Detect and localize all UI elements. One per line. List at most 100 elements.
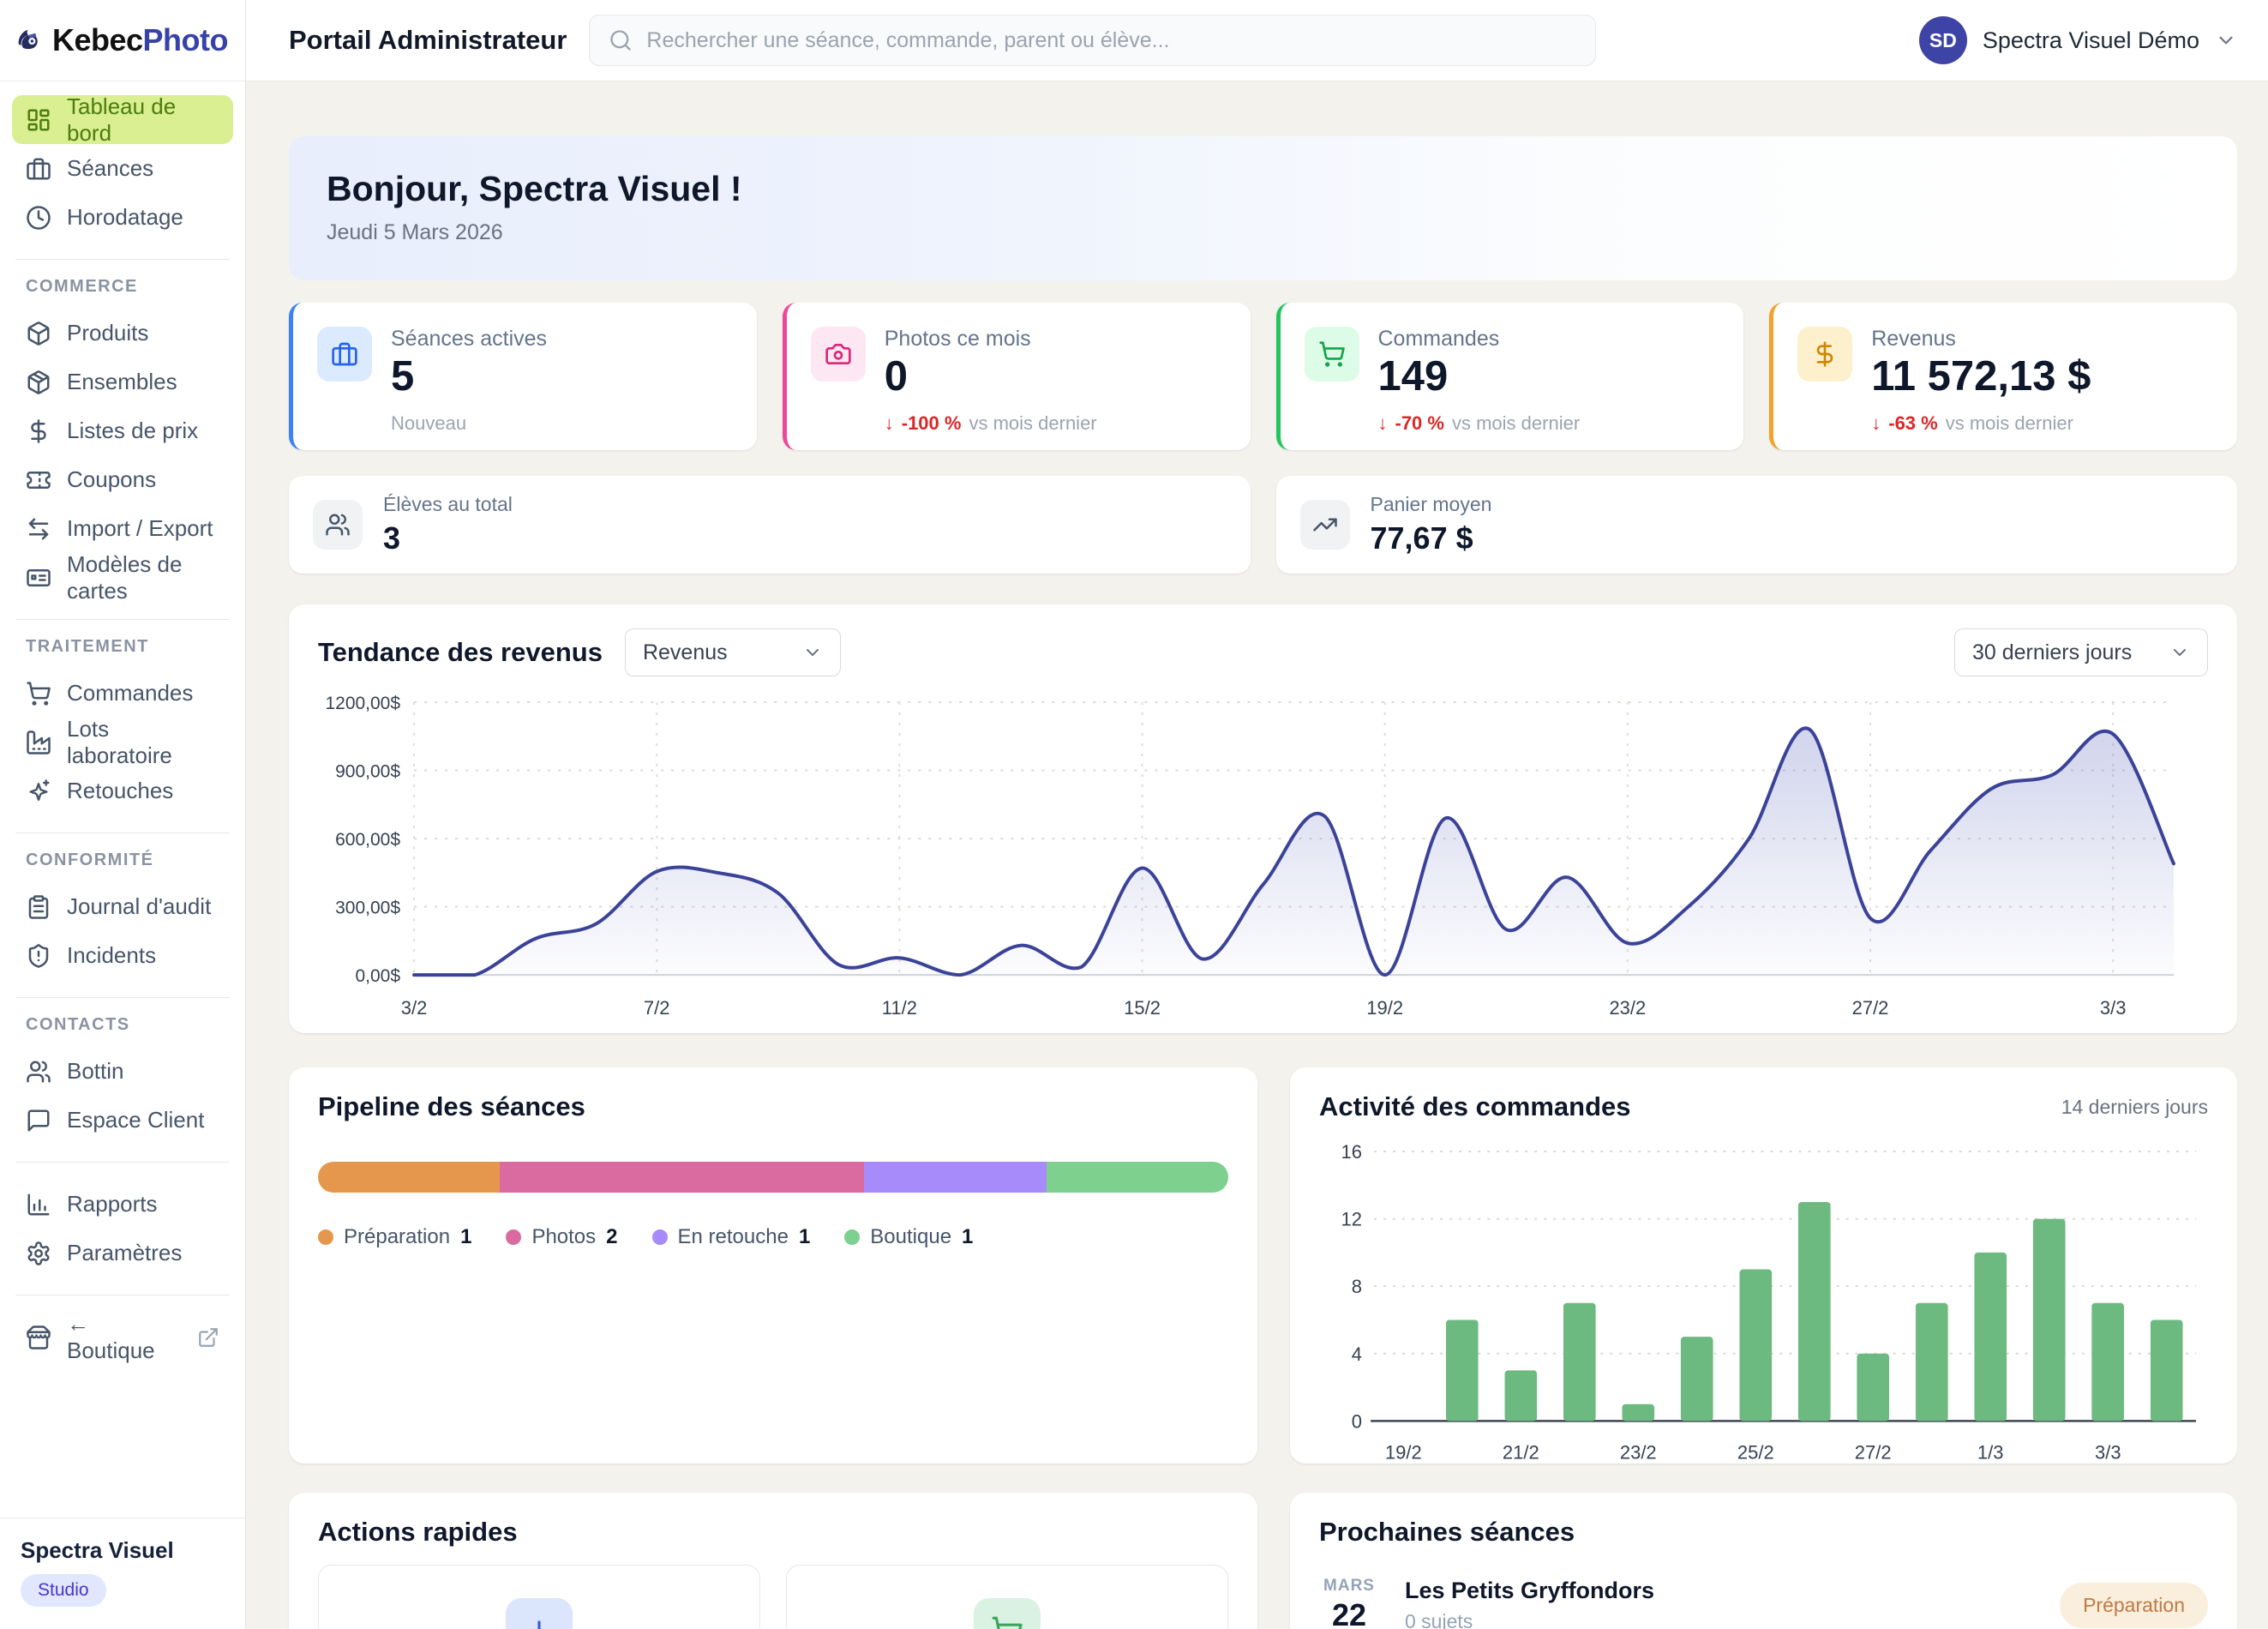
sidebar-item-produits[interactable]: Produits — [12, 309, 233, 358]
search-input[interactable] — [645, 27, 1576, 54]
sidebar-item-modeles-de-cartes[interactable]: Modèles de cartes — [12, 553, 233, 602]
svg-text:7/2: 7/2 — [644, 997, 670, 1019]
clipboard-icon — [26, 894, 51, 920]
app-root: KebecPhoto Tableau de bordSéancesHorodat… — [0, 0, 2268, 1629]
sidebar-item-seances[interactable]: Séances — [12, 144, 233, 193]
org-footer: Spectra Visuel Studio — [0, 1518, 245, 1629]
legend-count: 1 — [799, 1225, 810, 1249]
sidebar: KebecPhoto Tableau de bordSéancesHorodat… — [0, 0, 246, 1629]
sidebar-nav: Tableau de bordSéancesHorodatageCOMMERCE… — [0, 81, 245, 1518]
sidebar-item-import-export[interactable]: Import / Export — [12, 504, 233, 553]
revenue-trend-header: Tendance des revenus Revenus 30 derniers… — [318, 628, 2208, 676]
stat-cards-row: Séances actives5NouveauPhotos ce mois0↓-… — [289, 303, 2237, 450]
sidebar-item-horodatage[interactable]: Horodatage — [12, 193, 233, 242]
quick-action-icon-chip — [506, 1598, 573, 1629]
quick-action-icon-chip — [974, 1598, 1041, 1629]
quick-action-voir-les-commandes[interactable]: Voir les commandes — [786, 1565, 1228, 1629]
svg-text:23/2: 23/2 — [1609, 997, 1646, 1019]
upcoming-sessions-title: Prochaines séances — [1319, 1517, 2208, 1548]
svg-text:3/2: 3/2 — [401, 997, 428, 1019]
orders-activity-title: Activité des commandes — [1319, 1091, 1631, 1122]
arrows-icon — [26, 516, 51, 542]
legend-label: Boutique — [870, 1225, 951, 1249]
user-menu[interactable]: SD Spectra Visuel Démo — [1919, 16, 2237, 64]
stat-card-revenus: Revenus11 572,13 $↓-63 %vs mois dernier — [1769, 303, 2237, 450]
sidebar-item-label: ← Boutique — [67, 1311, 182, 1364]
global-search[interactable] — [589, 15, 1596, 66]
stat-label: Commandes — [1378, 327, 1581, 352]
stat-card-photos-ce-mois: Photos ce mois0↓-100 %vs mois dernier — [783, 303, 1251, 450]
session-date: MARS22 — [1319, 1577, 1379, 1629]
trend-icon — [1312, 512, 1338, 538]
quick-action-nouvelle-seance[interactable]: Nouvelle séance — [318, 1565, 760, 1629]
orders-bar-chart-svg: 048121619/221/223/225/227/21/33/3 — [1319, 1131, 2208, 1474]
orders-activity-range: 14 derniers jours — [2061, 1096, 2208, 1119]
nav-divider — [15, 619, 230, 620]
legend-dot-icon — [652, 1229, 668, 1245]
sidebar-item-rapports[interactable]: Rapports — [12, 1180, 233, 1229]
sidebar-item-label: Paramètres — [67, 1240, 182, 1266]
down-arrow-icon: ↓ — [1378, 412, 1388, 435]
sidebar-item-parametres[interactable]: Paramètres — [12, 1229, 233, 1277]
stat-subtext: ↓-70 %vs mois dernier — [1378, 412, 1581, 435]
dollar-icon — [26, 418, 51, 444]
sidebar-item-incidents[interactable]: Incidents — [12, 931, 233, 980]
sidebar-item-espace-client[interactable]: Espace Client — [12, 1096, 233, 1145]
stat-delta: -100 % — [902, 412, 962, 435]
substat-label: Élèves au total — [383, 493, 513, 516]
sidebar-item-label: Incidents — [67, 942, 156, 969]
package-icon — [26, 321, 51, 346]
sidebar-item-retouches[interactable]: Retouches — [12, 766, 233, 815]
svg-text:25/2: 25/2 — [1737, 1441, 1774, 1463]
sidebar-item-label: Espace Client — [67, 1107, 204, 1133]
stat-value: 11 572,13 $ — [1871, 355, 2091, 399]
sidebar-item-lots-laboratoire[interactable]: Lots laboratoire — [12, 718, 233, 766]
brand[interactable]: KebecPhoto — [0, 0, 245, 81]
sidebar-item-commandes[interactable]: Commandes — [12, 669, 233, 718]
svg-text:21/2: 21/2 — [1503, 1441, 1539, 1463]
sidebar-item-label: Listes de prix — [67, 418, 198, 444]
legend-label: En retouche — [678, 1225, 789, 1249]
page-title: Portail Administrateur — [289, 25, 567, 56]
stat-value: 149 — [1378, 355, 1581, 399]
sidebar-item-label: Modèles de cartes — [67, 551, 219, 604]
svg-text:12: 12 — [1341, 1209, 1363, 1230]
stat-sub-label: vs mois dernier — [969, 412, 1096, 435]
orders-activity-header: Activité des commandes 14 derniers jours — [1319, 1091, 2208, 1122]
stat-subtext: ↓-63 %vs mois dernier — [1871, 412, 2091, 435]
stat-sub-label: vs mois dernier — [1946, 412, 2073, 435]
upcoming-session-item[interactable]: MARS22Les Petits Gryffondors0 sujetsPrép… — [1319, 1577, 2208, 1629]
sidebar-item-journal-d-audit[interactable]: Journal d'audit — [12, 882, 233, 931]
revenue-line-chart-svg: 0,00$300,00$600,00$900,00$1200,00$3/27/2… — [318, 690, 2208, 1026]
svg-text:3/3: 3/3 — [2095, 1441, 2121, 1463]
sidebar-item-label: Ensembles — [67, 369, 177, 395]
sidebar-item-tableau-de-bord[interactable]: Tableau de bord — [12, 95, 233, 144]
legend-count: 2 — [606, 1225, 617, 1249]
welcome-title: Bonjour, Spectra Visuel ! — [327, 169, 2199, 209]
substat-cards-row: Élèves au total3Panier moyen77,67 $ — [289, 476, 2237, 574]
metric-select[interactable]: Revenus — [625, 628, 841, 676]
pipeline-stacked-bar — [318, 1162, 1228, 1193]
svg-text:27/2: 27/2 — [1852, 997, 1889, 1019]
stat-sub-label: vs mois dernier — [1452, 412, 1580, 435]
sidebar-item-ensembles[interactable]: Ensembles — [12, 358, 233, 406]
sidebar-item-bottin[interactable]: Bottin — [12, 1047, 233, 1096]
nav-divider — [15, 259, 230, 260]
sidebar-item-label: Bottin — [67, 1058, 124, 1085]
sidebar-item-coupons[interactable]: Coupons — [12, 455, 233, 504]
svg-text:900,00$: 900,00$ — [335, 762, 400, 782]
shield-icon — [26, 943, 51, 969]
svg-text:4: 4 — [1352, 1343, 1362, 1365]
sidebar-item-listes-de-prix[interactable]: Listes de prix — [12, 406, 233, 455]
svg-text:1/3: 1/3 — [1977, 1441, 2004, 1463]
session-day: 22 — [1319, 1597, 1379, 1629]
sidebar-item-label: Lots laboratoire — [67, 716, 219, 769]
range-select[interactable]: 30 derniers jours — [1954, 628, 2208, 676]
external-icon — [197, 1326, 219, 1349]
pipeline-segment-boutique — [1047, 1162, 1228, 1193]
svg-text:0: 0 — [1352, 1410, 1362, 1432]
sidebar-item-boutique[interactable]: ← Boutique — [12, 1313, 233, 1362]
svg-text:19/2: 19/2 — [1385, 1441, 1422, 1463]
welcome-date: Jeudi 5 Mars 2026 — [327, 220, 2199, 245]
substat-value: 77,67 $ — [1371, 520, 1492, 556]
